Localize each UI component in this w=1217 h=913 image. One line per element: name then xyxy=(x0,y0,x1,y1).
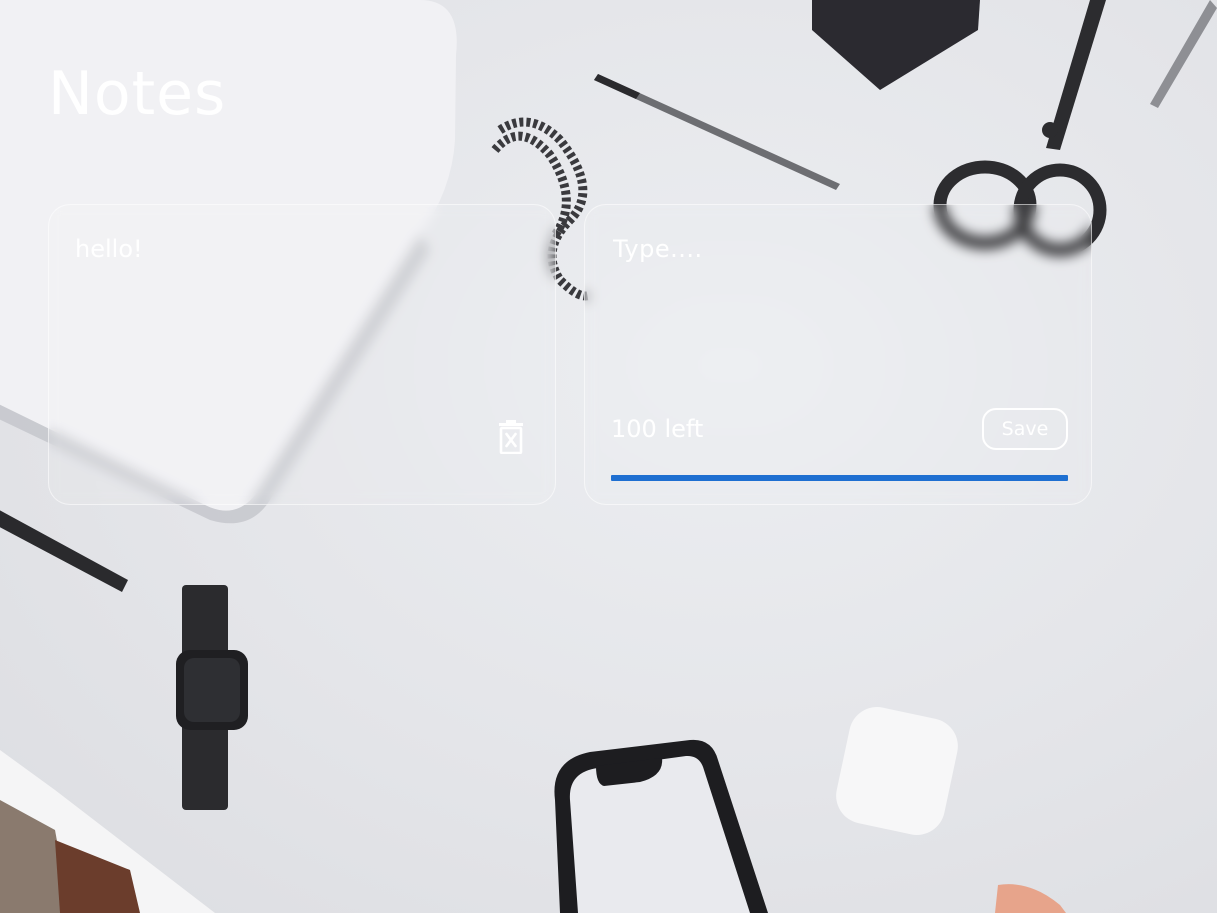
save-button[interactable]: Save xyxy=(982,408,1068,450)
note-text: hello! xyxy=(75,235,143,263)
new-note-card: 100 left Save xyxy=(584,204,1092,505)
pencil-illustration xyxy=(1150,0,1217,108)
pen-illustration xyxy=(594,74,840,190)
watch-illustration xyxy=(176,585,248,810)
phone-illustration xyxy=(554,739,768,913)
note-card: hello! xyxy=(48,204,556,505)
delete-note-button[interactable] xyxy=(498,420,524,455)
stylus-illustration xyxy=(0,510,128,592)
chars-progress-fill xyxy=(611,475,1068,481)
hand-illustration xyxy=(995,884,1066,913)
block-illustration xyxy=(812,0,980,90)
earbuds-case-illustration xyxy=(836,707,958,835)
trash-x-icon xyxy=(499,420,523,455)
page-title: Notes xyxy=(48,59,227,129)
chars-left-counter: 100 left xyxy=(611,415,704,443)
note-input[interactable] xyxy=(613,235,1063,385)
chars-progress-bar xyxy=(611,475,1068,481)
